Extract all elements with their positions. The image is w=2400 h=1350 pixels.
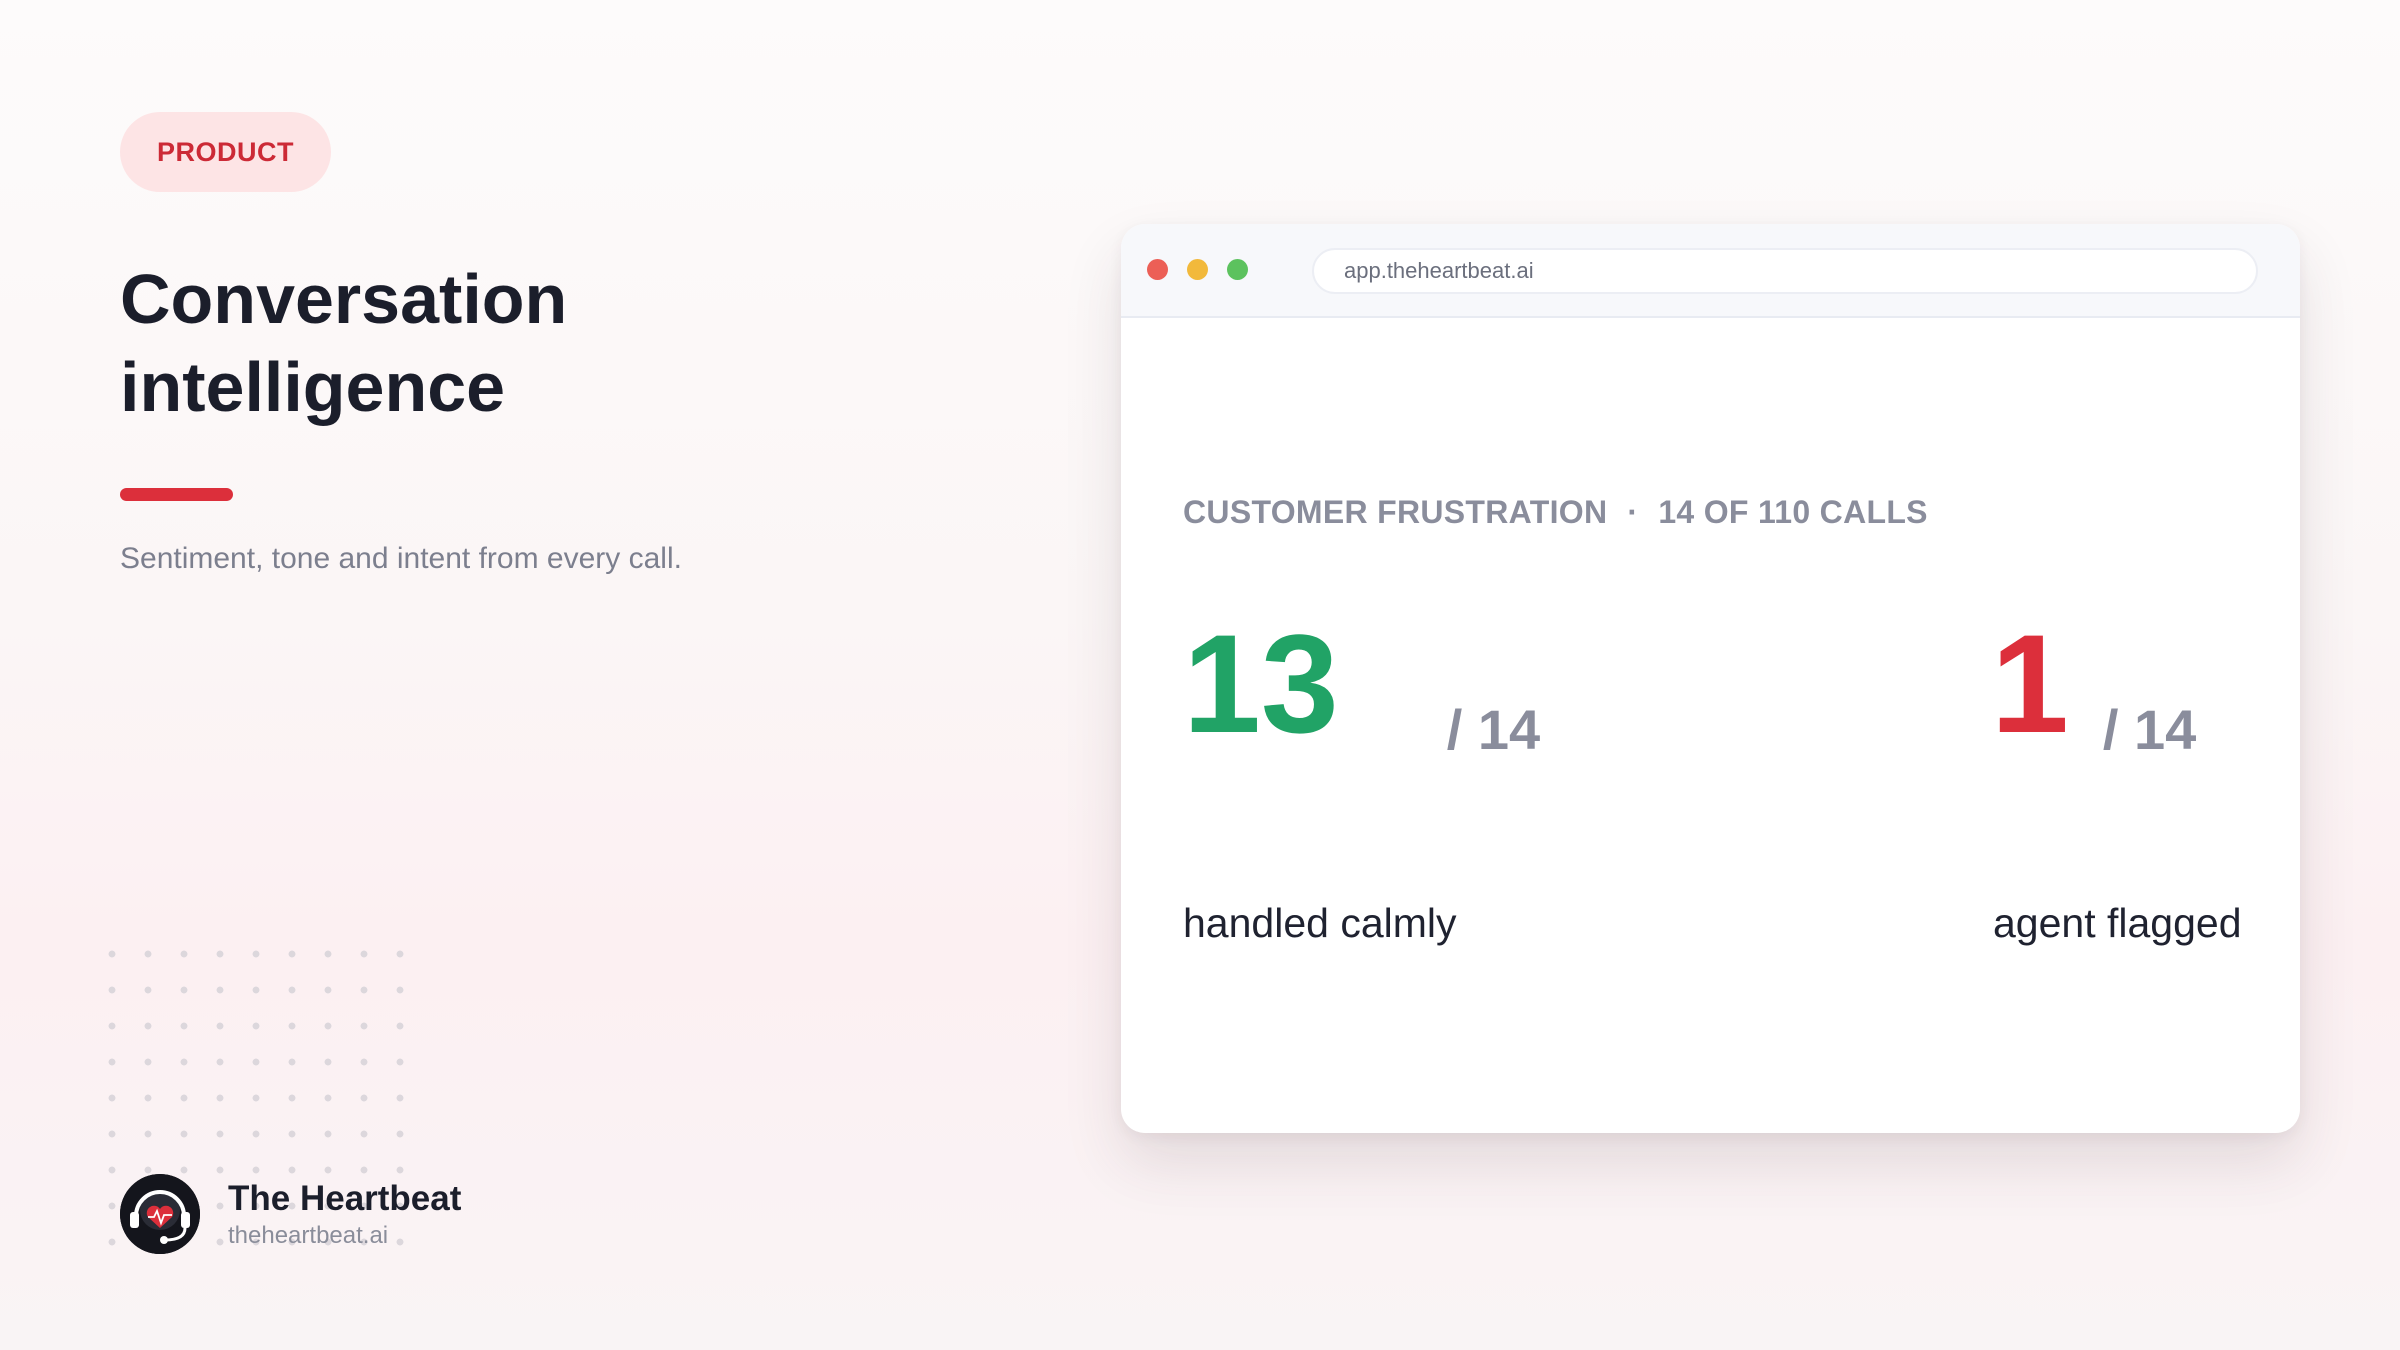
section-count: 14 OF 110 CALLS xyxy=(1658,494,1928,530)
brand-name: The Heartbeat xyxy=(228,1179,462,1218)
stat-denominator: / 14 xyxy=(1446,698,1541,761)
browser-titlebar: app.theheartbeat.ai xyxy=(1121,224,2300,318)
address-bar[interactable]: app.theheartbeat.ai xyxy=(1312,248,2258,294)
accent-divider xyxy=(120,488,233,501)
brand-url[interactable]: theheartbeat.ai xyxy=(228,1221,461,1251)
page-subtitle: Sentiment, tone and intent from every ca… xyxy=(120,542,682,575)
section-label: CUSTOMER FRUSTRATION · 14 OF 110 CALLS xyxy=(1183,494,1928,531)
stat-caption: agent flagged xyxy=(1993,900,2242,946)
maximize-window-button[interactable] xyxy=(1227,259,1248,280)
browser-window: app.theheartbeat.ai CUSTOMER FRUSTRATION… xyxy=(1121,224,2300,1133)
stat-handled-calmly: 13 / 14 xyxy=(1183,605,1540,762)
close-window-button[interactable] xyxy=(1147,259,1168,280)
page-title-line-2: intelligence xyxy=(120,348,506,426)
brand-block: The Heartbeat theheartbeat.ai xyxy=(120,1174,461,1254)
headset-heart-icon xyxy=(120,1174,200,1254)
category-badge: PRODUCT xyxy=(120,112,331,192)
stat-value: 1 xyxy=(1991,605,2069,762)
stat-denominator: / 14 xyxy=(2102,698,2197,761)
page-title-line-1: Conversation xyxy=(120,260,568,338)
section-separator: · xyxy=(1627,494,1639,530)
section-title: CUSTOMER FRUSTRATION xyxy=(1183,494,1608,530)
stat-agent-flagged: 1 / 14 xyxy=(1991,605,2196,762)
page-title: Conversation intelligence xyxy=(120,255,920,431)
stat-caption: handled calmly xyxy=(1183,900,1457,946)
minimize-window-button[interactable] xyxy=(1187,259,1208,280)
stat-value: 13 xyxy=(1183,605,1339,762)
